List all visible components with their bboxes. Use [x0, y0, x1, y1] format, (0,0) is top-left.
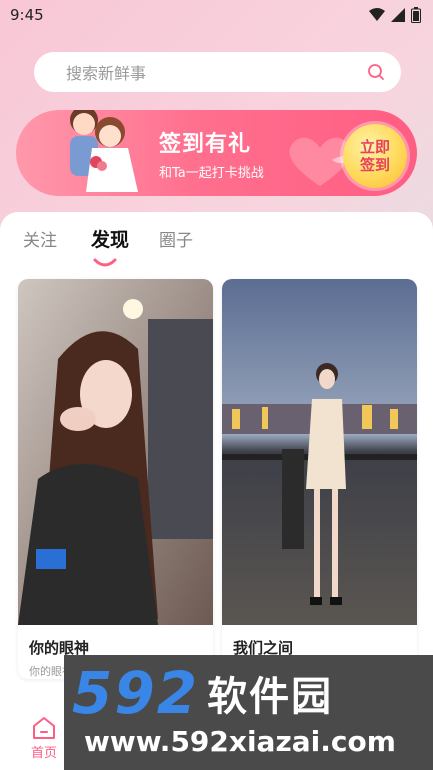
signal-icon [391, 8, 405, 22]
watermark: 592 软件园 www.592xiazai.com [64, 655, 433, 770]
post-card[interactable]: 你的眼神 你的眼神 [18, 279, 213, 679]
post-image [18, 279, 213, 625]
post-image [222, 279, 417, 625]
tab-bar: 关注 发现 圈子 [0, 212, 433, 272]
banner-subtitle: 和Ta一起打卡挑战 [159, 166, 264, 181]
status-time: 9:45 [10, 6, 44, 24]
banner-title: 签到有礼 [159, 132, 252, 157]
nav-home-label: 首页 [30, 746, 57, 761]
home-icon [33, 717, 55, 739]
checkin-button-line2: 签到 [359, 156, 390, 174]
battery-icon [411, 7, 421, 23]
tab-indicator [93, 258, 117, 267]
tab-follow[interactable]: 关注 [23, 226, 57, 251]
checkin-button-line1: 立即 [359, 138, 390, 156]
checkin-button[interactable]: 立即 签到 [343, 124, 407, 188]
watermark-url: www.592xiazai.com [84, 725, 396, 758]
tab-circle[interactable]: 圈子 [159, 226, 193, 251]
watermark-logo-num: 592 [72, 659, 200, 727]
wifi-icon [369, 8, 385, 21]
nav-home[interactable]: 首页 [24, 716, 64, 766]
status-bar: 9:45 [0, 0, 433, 30]
status-icons [369, 7, 421, 23]
watermark-logo: 592 软件园 [72, 659, 428, 727]
checkin-banner[interactable]: 签到有礼 和Ta一起打卡挑战 立即 签到 [16, 110, 417, 196]
watermark-logo-text: 软件园 [207, 674, 334, 720]
post-card[interactable]: 我们之间 [222, 279, 417, 679]
search-placeholder: 搜索新鲜事 [66, 64, 147, 83]
search-icon[interactable] [367, 63, 385, 81]
couple-illustration [70, 110, 138, 192]
tab-discover[interactable]: 发现 [91, 225, 129, 252]
search-input[interactable]: 搜索新鲜事 [34, 52, 401, 92]
